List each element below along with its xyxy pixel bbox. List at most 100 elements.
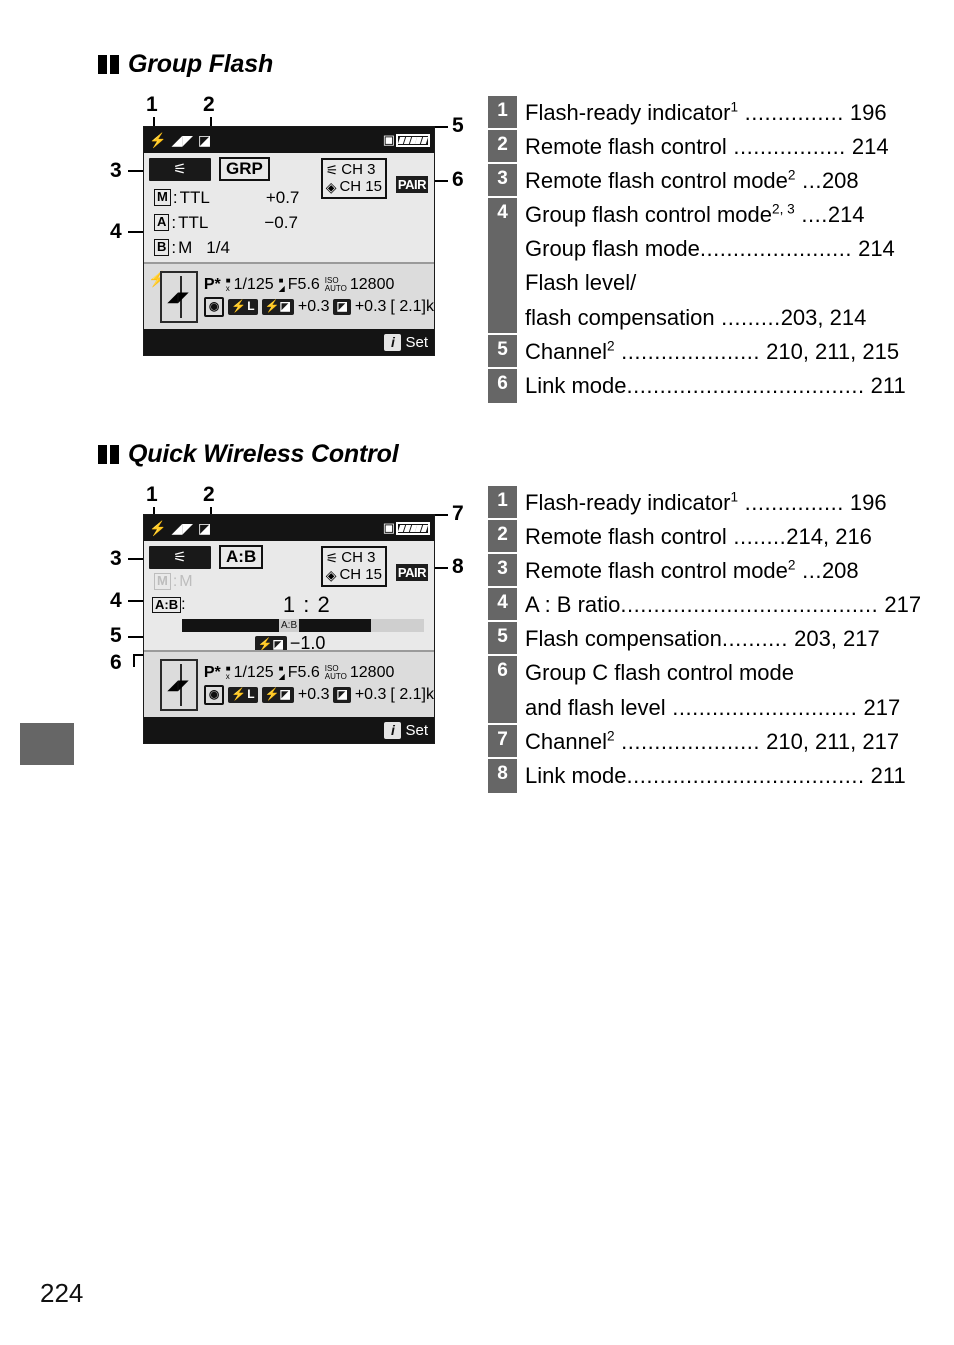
legend-badge: 4 — [488, 198, 517, 233]
channel-box: ⚟ CH 3 ◈ CH 15 — [320, 546, 387, 587]
group-row-m: M : TTL +0.7 — [154, 185, 434, 210]
callout-1: 1 — [146, 483, 158, 506]
shutter-speed: 1/125 — [233, 275, 274, 293]
iso-value: 12800 — [349, 275, 395, 293]
i-button-icon[interactable]: i — [384, 333, 402, 351]
callout-3: 3 — [110, 159, 122, 182]
legend-badge: 6 — [488, 656, 517, 691]
flash-compensation-value: +0.3 — [297, 298, 330, 315]
exposure-compensation-icon: ◪ — [333, 687, 351, 704]
legend-label: and flash level ........................… — [525, 694, 901, 720]
group-mode-m: M — [179, 572, 193, 590]
heading-mark-icon — [98, 445, 119, 464]
exposure-compensation-value: +0.3 — [354, 686, 387, 703]
flash-sync-box-icon: ◢◤ — [160, 270, 198, 323]
camera-lcd-group-flash: ⚡ ◢◤ ◪ ▣ ⚟ GRP ⚟ CH 3 ◈ CH 15 PAIR M : T… — [143, 126, 435, 356]
flash-beam-icon: ◪ — [197, 520, 212, 536]
callout-7: 7 — [452, 502, 464, 525]
callout-6: 6 — [452, 168, 464, 191]
remote-flash-control-mode-label: GRP — [219, 156, 270, 182]
legend-badge: 7 — [488, 724, 517, 759]
info-line-secondary: ◉ ⚡ L ⚡◪ +0.3 ◪ +0.3 [ 2.1]k — [203, 685, 434, 706]
legend-label: Remote flash control mode2 ...208 — [525, 557, 859, 584]
legend-badge: 1 — [488, 486, 517, 521]
link-mode-badge: PAIR — [395, 176, 428, 193]
legend-label: Flash compensation.......... 203, 217 — [525, 626, 880, 652]
legend-label: Channel2 ..................... 210, 211,… — [525, 338, 900, 364]
legend-label: Flash-ready indicator1 ............... 1… — [525, 489, 887, 515]
callout-2: 2 — [203, 483, 215, 506]
ab-bar-label: A:B — [279, 619, 300, 632]
group-label-m: M — [154, 573, 171, 590]
camera-lcd-quick-wireless: ⚡ ◢◤ ◪ ▣ ⚟ A:B ⚟ CH 3 ◈ CH 15 PAIR M : M — [143, 514, 435, 744]
info-line-secondary: ◉ ⚡ L ⚡◪ +0.3 ◪ +0.3 [ 2.1]k — [203, 297, 434, 318]
legend-row: and flash level ........................… — [488, 690, 900, 725]
ab-label: A:B — [152, 596, 182, 614]
shutter-sync-icon: ■ x — [225, 276, 231, 294]
legend-label: Remote flash control ................. 2… — [525, 134, 889, 160]
legend-row: 3 Remote flash control mode2 ...208 — [488, 164, 870, 199]
lcd-mode-row: ⚟ GRP — [144, 153, 434, 183]
flash-compensation-icon: ⚡◪ — [261, 299, 294, 316]
section-heading-quick-wireless: Quick Wireless Control — [98, 440, 399, 469]
legend-label: Channel2 ..................... 210, 211,… — [525, 728, 900, 754]
legend-row: Flash level/ — [488, 266, 870, 301]
callout-8: 8 — [452, 555, 464, 578]
group-level-m: +0.7 — [265, 187, 300, 207]
flash-slow-icon: ⚡ L — [228, 687, 258, 704]
section-group-flash: Group Flash — [98, 50, 273, 79]
channel-radio-value: CH 15 — [339, 178, 382, 196]
group-level-a: −0.7 — [264, 212, 298, 232]
legend-badge: 5 — [488, 622, 517, 657]
battery-full-icon: ▣ — [383, 520, 430, 536]
lcd-status-bar: ⚡ ◢◤ ◪ ▣ — [144, 515, 434, 541]
set-label: Set — [405, 333, 428, 351]
exposure-mode: P* — [203, 275, 221, 293]
legend-label: A : B ratio.............................… — [525, 592, 922, 618]
group-label-m: M — [154, 189, 171, 206]
group-label-b: B — [154, 239, 170, 256]
legend-row: 2 Remote flash control .................… — [488, 130, 889, 165]
legend-badge-blank — [488, 232, 517, 267]
legend-label: Link mode...............................… — [525, 762, 906, 788]
exposure-mode: P* — [203, 663, 221, 681]
remote-flash-icon: ⚟ — [149, 545, 211, 569]
flash-head-icon: ◢◤ — [171, 520, 193, 536]
page-number: 224 — [40, 1278, 84, 1308]
channel-radio-line: ◈ CH 15 — [326, 178, 382, 195]
matrix-metering-icon: ◉ — [203, 685, 225, 706]
legend-group-flash: 1 Flash-ready indicator1 ...............… — [488, 96, 906, 403]
group-mode-b: M — [178, 237, 193, 257]
channel-optical-value: CH 3 — [341, 549, 376, 566]
group-mode-m: TTL — [179, 187, 210, 207]
optical-link-icon: ⚟ — [325, 549, 339, 566]
legend-row: 7 Channel2 ..................... 210, 21… — [488, 724, 899, 759]
callout-4: 4 — [110, 589, 122, 612]
flash-compensation-value: +0.3 — [297, 686, 330, 703]
group-row-b: B : M 1/4 — [154, 235, 434, 260]
group-colon: : — [172, 187, 178, 207]
callout-6: 6 — [110, 651, 122, 674]
legend-badge: 1 — [488, 96, 517, 131]
legend-label: flash compensation .........203, 214 — [525, 304, 867, 330]
exposure-compensation-icon: ◪ — [333, 299, 351, 316]
legend-badge: 5 — [488, 334, 517, 369]
lcd-bottom-bar: i Set — [144, 717, 434, 743]
iso-auto-label: ISO AUTO — [324, 276, 347, 294]
remote-flash-icon: ⚟ — [149, 157, 211, 181]
group-row-a: A : TTL −0.7 — [154, 210, 434, 235]
legend-badge: 3 — [488, 164, 517, 199]
aperture-icon: ■ ◢ — [278, 664, 285, 682]
callout-5: 5 — [110, 624, 122, 647]
ab-ratio-bar[interactable]: A:B — [182, 619, 424, 632]
section-quick-wireless-control: Quick Wireless Control — [98, 440, 399, 469]
legend-row: 5 Flash compensation.......... 203, 217 — [488, 622, 880, 657]
group-label-a: A — [154, 214, 170, 231]
aperture-icon: ■ ◢ — [278, 276, 285, 294]
ab-ratio-panel: A:B : 1 : 2 A:B ⚡◪ −1.0 — [144, 592, 434, 654]
legend-badge-blank — [488, 300, 517, 335]
chapter-margin-tab — [20, 723, 74, 765]
i-button-icon[interactable]: i — [384, 721, 402, 739]
legend-label: Flash level/ — [525, 270, 637, 296]
channel-optical-line: ⚟ CH 3 — [326, 549, 382, 566]
